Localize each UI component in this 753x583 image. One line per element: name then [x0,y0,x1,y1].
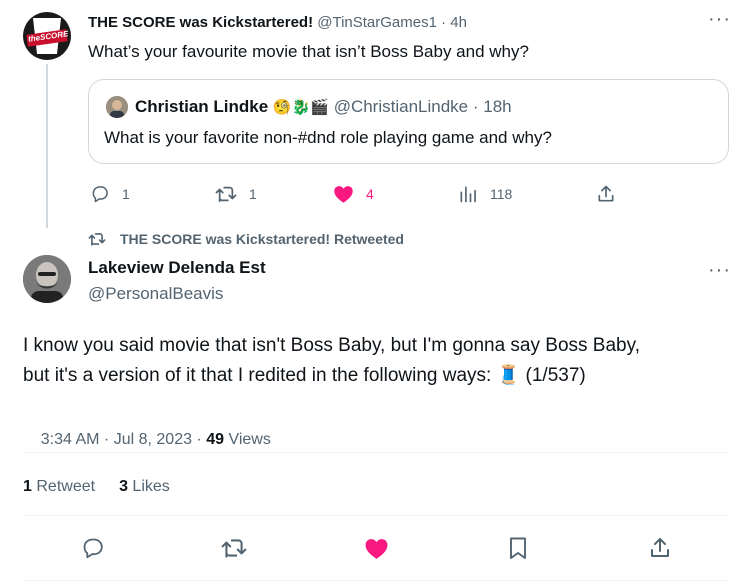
quoted-author-name: Christian Lindke [135,97,269,116]
person-avatar-icon [23,255,71,303]
retweets-count: 1 [23,478,32,495]
quoted-tweet-card[interactable]: Christian Lindke 🧐🐉🎬 @ChristianLindke · … [88,79,729,164]
parent-views-button[interactable]: 118 [458,184,512,204]
likes-count: 3 [119,478,128,495]
quoted-tweet-header: Christian Lindke 🧐🐉🎬 @ChristianLindke · … [135,97,512,118]
share-icon [651,538,669,557]
retweet-icon [221,539,247,558]
main-like-button[interactable] [364,537,389,560]
divider [23,452,730,453]
engagement-stats: 1 Retweet 3 Likes [23,477,170,497]
bookmark-icon [510,537,526,559]
main-tweet-text-line2: but it's a version of it that I redited … [23,365,586,386]
reply-icon [83,538,103,559]
likes-label: Likes [132,478,170,495]
retweet-context[interactable]: THE SCORE was Kickstartered! Retweeted [88,231,404,247]
share-icon [598,185,614,202]
person-avatar-icon [106,96,128,118]
parent-retweet-count: 1 [249,186,257,202]
bottom-divider [23,580,730,581]
main-tweet-text: I know you said movie that isn't Boss Ba… [23,331,640,391]
main-tweet-views-label: Views [224,431,271,448]
main-bookmark-button[interactable] [507,536,529,560]
retweet-context-text: THE SCORE was Kickstartered! Retweeted [120,231,404,247]
parent-author-name[interactable]: THE SCORE was Kickstartered! [88,14,313,31]
main-tweet-views-count: 49 [206,431,224,448]
retweet-icon [215,186,237,203]
divider [23,515,730,516]
main-reply-button[interactable] [81,536,105,560]
main-tweet-timestamp-row: 3:34 AM · Jul 8, 2023 · 49 Views [23,410,271,470]
heart-icon [365,539,388,559]
parent-tweet-text: What’s your favourite movie that isn’t B… [88,42,529,61]
main-tweet-timestamp[interactable]: 3:34 AM · Jul 8, 2023 · [41,431,206,448]
views-icon [460,186,476,203]
main-retweet-button[interactable] [221,536,247,560]
parent-tweet-time[interactable]: · 4h [441,14,467,31]
heart-icon [334,186,353,203]
likes-stat[interactable]: 3 Likes [119,477,170,497]
parent-share-button[interactable] [596,184,616,204]
parent-tweet-header: THE SCORE was Kickstartered! @TinStarGam… [88,13,467,33]
parent-more-icon[interactable]: ··· [708,9,731,29]
quoted-author-handle: @ChristianLindke [333,97,469,116]
parent-like-count: 4 [366,186,374,202]
parent-author-handle[interactable]: @TinStarGames1 [317,14,437,31]
main-more-icon[interactable]: ··· [708,260,731,280]
main-author-handle[interactable]: @PersonalBeavis [88,284,223,304]
parent-tweet[interactable]: theSCORE THE SCORE was Kickstartered! @T… [0,0,753,228]
main-tweet-text-line1: I know you said movie that isn't Boss Ba… [23,335,640,356]
quoted-author-emojis: 🧐🐉🎬 [272,99,329,116]
quoted-author-avatar [106,96,128,118]
main-tweet: Lakeview Delenda Est @PersonalBeavis ···… [0,250,753,583]
parent-views-count: 118 [490,186,513,202]
quoted-tweet-text: What is your favorite non-#dnd role play… [104,128,552,147]
quoted-tweet-time: · 18h [472,97,512,116]
main-author-avatar[interactable] [23,255,71,303]
retweets-label: Retweet [36,478,96,495]
parent-reply-count: 1 [122,186,130,202]
main-author-name[interactable]: Lakeview Delenda Est [88,258,266,278]
parent-author-avatar[interactable]: theSCORE [23,12,71,60]
thread-connector-line [46,64,48,228]
reply-icon [92,186,108,203]
parent-reply-button[interactable]: 1 [90,184,130,204]
main-share-button[interactable] [648,536,672,560]
parent-retweet-button[interactable]: 1 [215,184,257,204]
retweet-icon [88,233,106,246]
parent-like-button[interactable]: 4 [333,184,374,204]
retweets-stat[interactable]: 1 Retweet [23,477,95,497]
